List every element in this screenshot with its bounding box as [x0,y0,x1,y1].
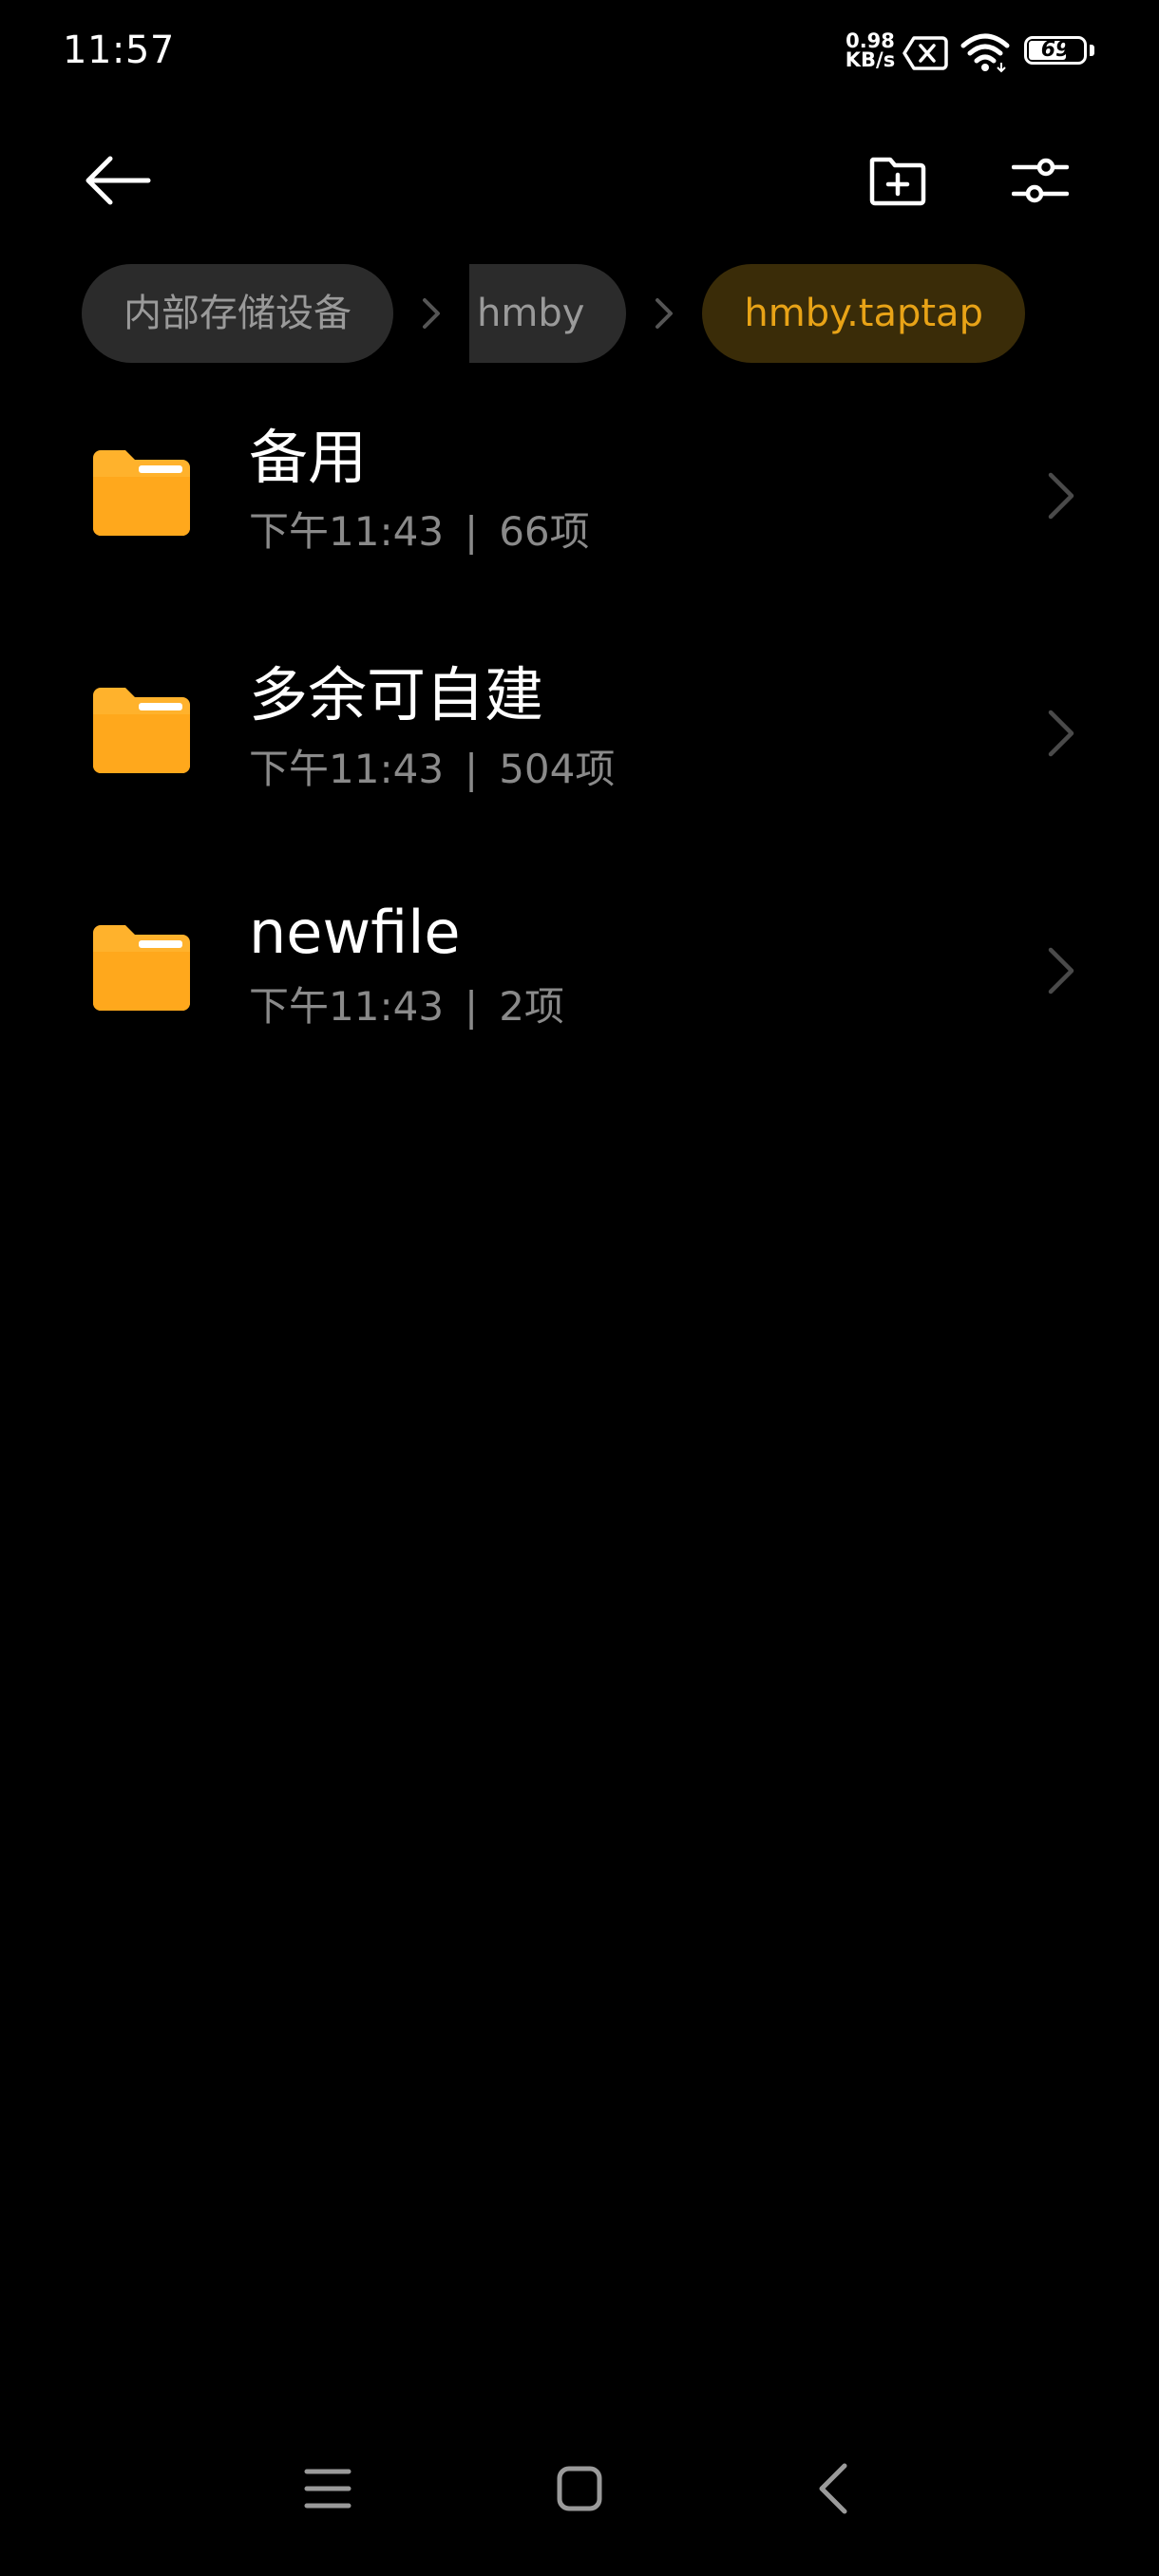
arrow-left-icon [86,156,151,205]
folder-icon [93,688,190,773]
chevron-right-icon [656,298,674,329]
modified-time: 下午11:43 [249,983,445,1030]
battery-level: 69 [1040,38,1071,62]
folder-meta: 下午11:43 | 66项 [249,505,590,559]
meta-separator: | [465,746,479,792]
home-square-icon [557,2466,602,2511]
item-count: 66项 [499,508,590,555]
breadcrumb-separator [626,264,702,363]
folder-meta: 下午11:43 | 504项 [249,743,615,796]
battery-tip [1090,45,1094,56]
back-chevron-icon [819,2463,847,2514]
item-count: 2项 [499,983,564,1030]
breadcrumb-hmby[interactable]: hmby [469,264,627,363]
item-count: 504项 [499,746,616,792]
network-speed: 0.98 KB/s [842,29,899,71]
list-item-folder[interactable]: 备用 下午11:43 | 66项 [0,399,1159,636]
folder-meta: 下午11:43 | 2项 [249,980,564,1033]
new-folder-button[interactable] [855,142,940,218]
file-list: 备用 下午11:43 | 66项 多余可自建 下午11:43 | 504项 newfil… [0,399,1159,1111]
chevron-right-icon [423,298,440,329]
chevron-right-icon [1048,710,1074,757]
sliders-icon [1012,158,1069,203]
battery-icon: 69 [1024,36,1096,68]
folder-plus-icon [869,157,926,206]
chevron-right-icon [1048,947,1074,994]
meta-separator: | [465,983,479,1030]
list-item-folder[interactable]: 多余可自建 下午11:43 | 504项 [0,636,1159,874]
system-back-button[interactable] [790,2451,876,2527]
network-speed-unit: KB/s [845,48,896,71]
home-button[interactable] [537,2451,622,2527]
system-nav-bar [0,2432,1159,2546]
status-time: 11:57 [63,28,175,72]
folder-name: 备用 [249,423,368,492]
menu-icon [304,2469,352,2509]
list-item-folder[interactable]: newfile 下午11:43 | 2项 [0,874,1159,1111]
filter-button[interactable] [998,142,1083,218]
chevron-right-icon [1048,472,1074,520]
breadcrumb: 内部存储设备 hmby hmby.taptap [82,264,1025,363]
network-speed-value: 0.98 [846,29,895,52]
folder-name: 多余可自建 [249,660,544,729]
wifi-icon [960,33,1010,73]
folder-icon [93,450,190,536]
sim-disabled-icon [902,36,948,70]
folder-icon [93,925,190,1011]
back-button[interactable] [70,142,165,218]
modified-time: 下午11:43 [249,508,445,555]
breadcrumb-separator [393,264,469,363]
recent-apps-button[interactable] [285,2451,370,2527]
status-bar: 11:57 0.98 KB/s 69 [0,0,1159,104]
breadcrumb-current-folder[interactable]: hmby.taptap [702,264,1025,363]
meta-separator: | [465,508,479,555]
folder-name: newfile [249,898,461,967]
breadcrumb-internal-storage[interactable]: 内部存储设备 [82,264,393,363]
modified-time: 下午11:43 [249,746,445,792]
